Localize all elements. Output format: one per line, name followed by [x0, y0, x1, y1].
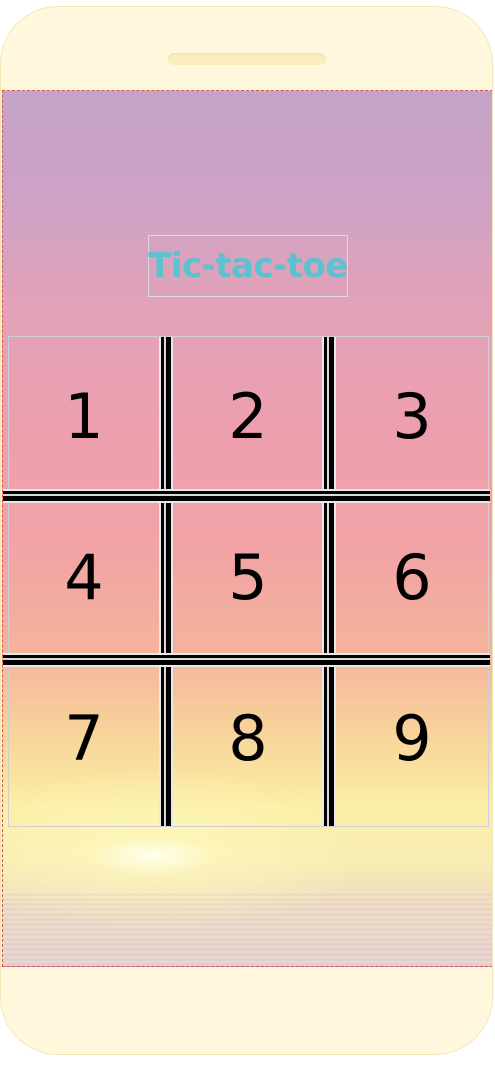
board-cell-9[interactable]: 9 — [336, 663, 488, 813]
grid-line-vertical-2 — [322, 337, 336, 826]
board-cell-6[interactable]: 6 — [336, 502, 488, 652]
board-cell-3[interactable]: 3 — [336, 337, 488, 495]
page-title: Tic-tac-toe — [148, 246, 348, 286]
phone-frame: Tic-tac-toe 1 2 3 4 5 6 7 8 9 — [0, 6, 493, 1055]
title-box: Tic-tac-toe — [148, 235, 348, 297]
board-cell-2[interactable]: 2 — [174, 337, 322, 495]
grid-line-vertical-1 — [159, 337, 173, 826]
grid-line-horizontal-1 — [3, 489, 490, 503]
grid-line-horizontal-2 — [3, 653, 490, 667]
game-screen: Tic-tac-toe 1 2 3 4 5 6 7 8 9 — [2, 90, 492, 967]
game-board: 1 2 3 4 5 6 7 8 9 — [3, 336, 490, 827]
speaker-grille — [168, 53, 326, 65]
board-cell-7[interactable]: 7 — [9, 663, 159, 813]
board-cell-5[interactable]: 5 — [174, 502, 322, 652]
board-cell-1[interactable]: 1 — [9, 337, 159, 495]
board-cell-4[interactable]: 4 — [9, 502, 159, 652]
board-cell-8[interactable]: 8 — [174, 663, 322, 813]
